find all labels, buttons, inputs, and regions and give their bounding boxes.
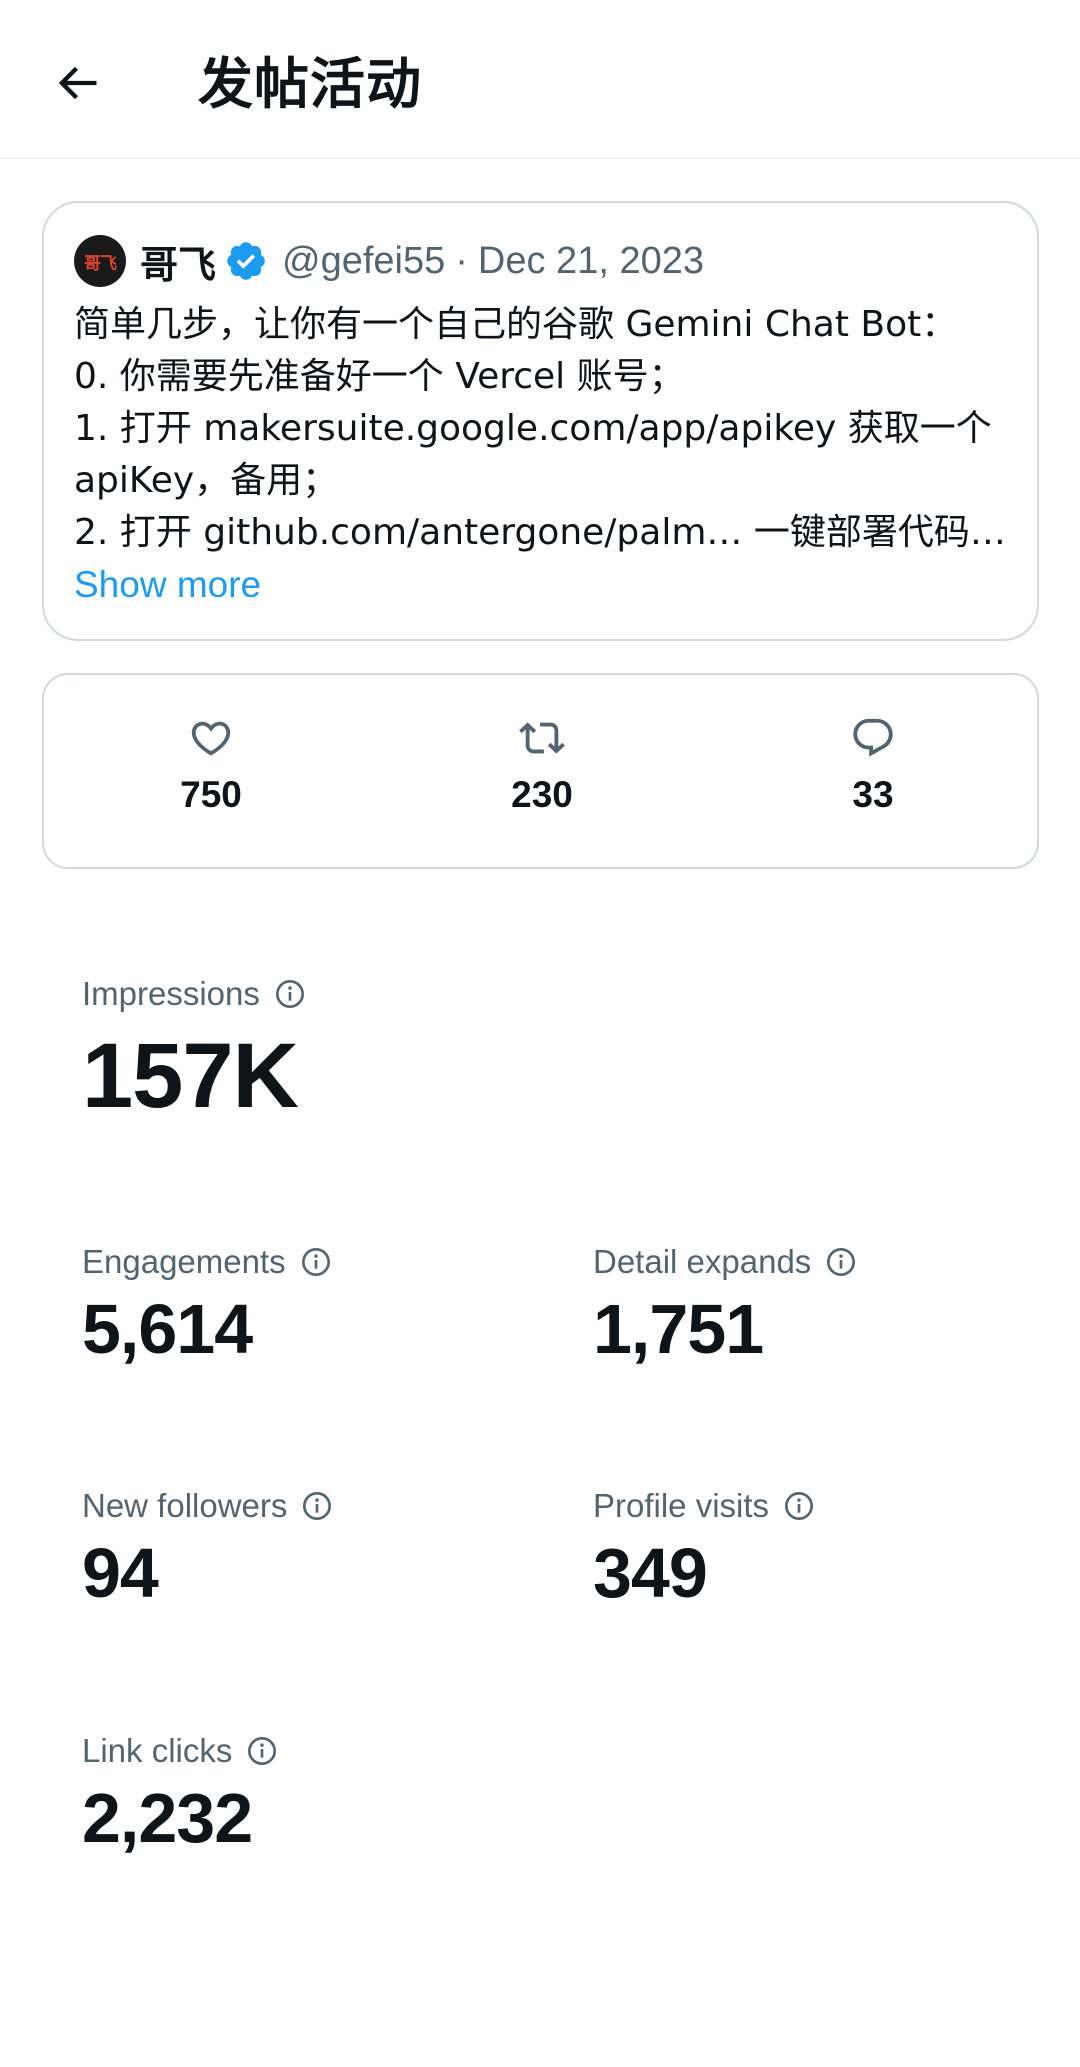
post-header: 哥飞 哥飞 @gefei55 · Dec 21, 2023 (74, 233, 704, 289)
link-clicks-value: 2,232 (82, 1779, 253, 1857)
author-name[interactable]: 哥飞 (140, 234, 216, 289)
likes-stat[interactable]: 750 (111, 715, 311, 817)
info-icon[interactable] (825, 1246, 857, 1278)
info-icon[interactable] (783, 1490, 815, 1522)
engagements-label: Engagements (82, 1243, 286, 1280)
back-button[interactable] (42, 48, 112, 118)
impressions-metric: Impressions 157K (82, 972, 306, 1130)
detail-expands-metric: Detail expands 1,751 (593, 1240, 857, 1370)
new-followers-value: 94 (82, 1534, 159, 1612)
profile-visits-label: Profile visits (593, 1487, 770, 1524)
detail-expands-value: 1,751 (593, 1290, 764, 1368)
post-text-line: 2. 打开 github.com/antergone/palm… 一键部署代码… (74, 512, 1006, 553)
author-handle[interactable]: @gefei55 (282, 240, 445, 283)
profile-visits-metric: Profile visits 349 (593, 1484, 815, 1614)
avatar[interactable]: 哥飞 (74, 235, 126, 287)
arrow-left-icon (58, 66, 97, 100)
detail-expands-label: Detail expands (593, 1243, 812, 1280)
profile-visits-value: 349 (593, 1534, 708, 1612)
new-followers-label: New followers (82, 1487, 288, 1524)
separator-dot: · (455, 239, 468, 282)
reposts-stat[interactable]: 230 (442, 715, 642, 817)
page-title: 发帖活动 (198, 52, 423, 116)
repost-icon (519, 722, 565, 754)
info-icon[interactable] (301, 1490, 333, 1522)
impressions-value: 157K (82, 1025, 299, 1127)
link-clicks-metric: Link clicks 2,232 (82, 1729, 278, 1859)
replies-count: 33 (852, 774, 894, 815)
post-text: 简单几步，让你有一个自己的谷歌 Gemini Chat Bot： 0. 你需要先… (74, 299, 1024, 559)
top-app-bar: 发帖活动 (0, 0, 1080, 159)
engagement-card: 750 230 33 (42, 673, 1039, 869)
impressions-label: Impressions (82, 975, 260, 1012)
engagements-metric: Engagements 5,614 (82, 1240, 332, 1370)
engagements-value: 5,614 (82, 1290, 253, 1368)
info-icon[interactable] (246, 1735, 278, 1767)
post-date[interactable]: Dec 21, 2023 (478, 240, 704, 283)
heart-icon (191, 721, 231, 756)
link-clicks-label: Link clicks (82, 1732, 233, 1769)
likes-count: 750 (180, 774, 242, 815)
reply-icon (853, 718, 893, 757)
new-followers-metric: New followers 94 (82, 1484, 333, 1614)
post-text-line: 0. 你需要先准备好一个 Vercel 账号； (74, 356, 685, 397)
info-icon[interactable] (274, 978, 306, 1010)
post-text-line: 简单几步，让你有一个自己的谷歌 Gemini Chat Bot： (74, 304, 958, 345)
post-text-line: apiKey，备用； (74, 460, 339, 501)
post-card[interactable]: 哥飞 哥飞 @gefei55 · Dec 21, 2023 简单几步，让你有一个… (42, 201, 1039, 641)
avatar-text: 哥飞 (84, 253, 117, 274)
post-text-line: 1. 打开 makersuite.google.com/app/apikey 获… (74, 408, 992, 449)
show-more-link[interactable]: Show more (74, 559, 261, 611)
info-icon[interactable] (300, 1246, 332, 1278)
reposts-count: 230 (511, 774, 573, 815)
replies-stat[interactable]: 33 (773, 715, 973, 817)
verified-badge-icon (227, 242, 265, 280)
